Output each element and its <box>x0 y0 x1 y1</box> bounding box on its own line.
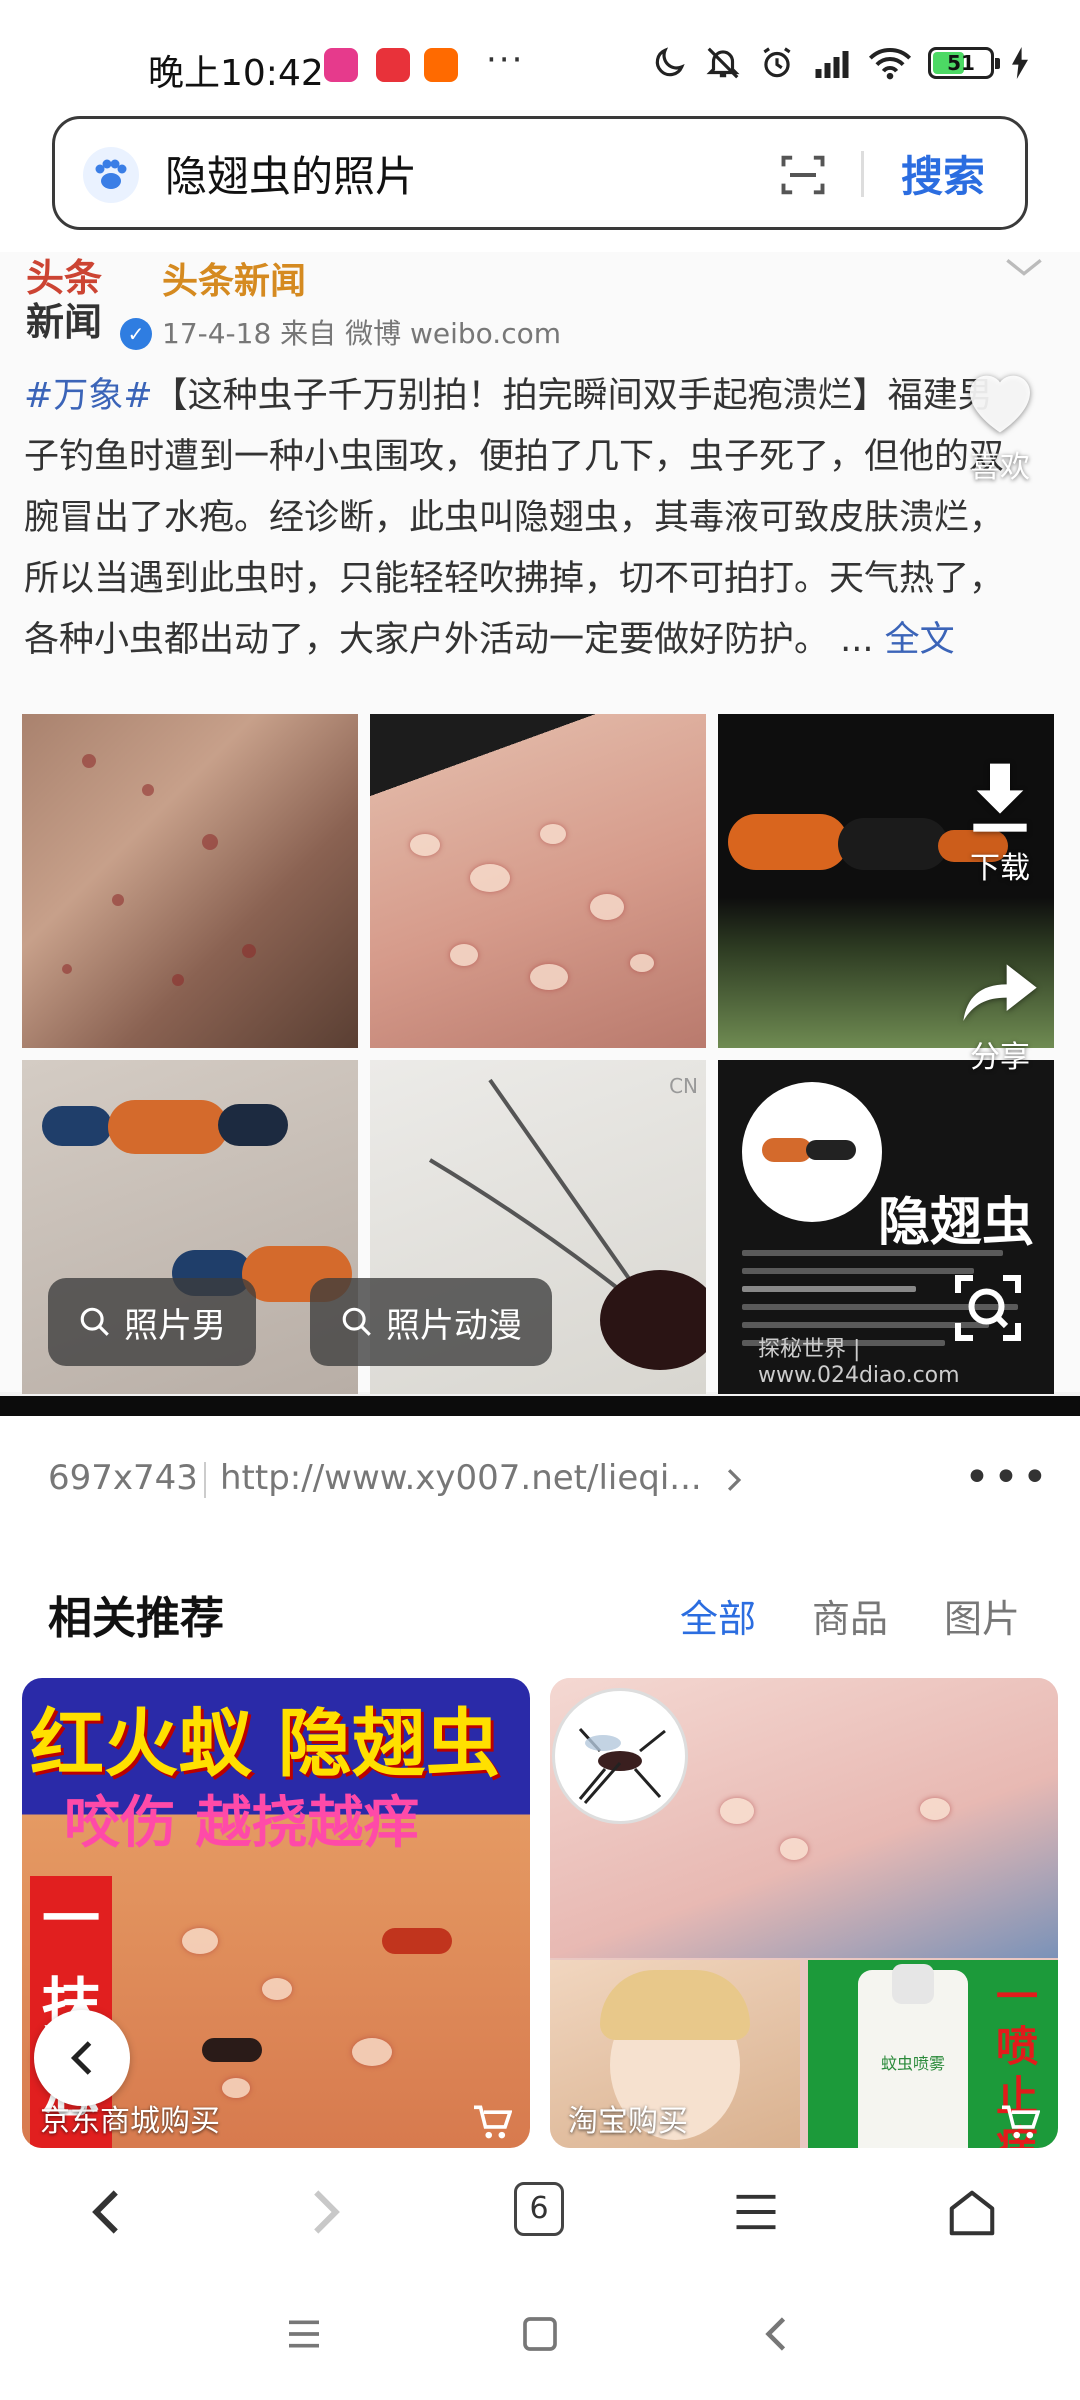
forward-icon[interactable] <box>306 2186 346 2238</box>
home-nav-icon[interactable] <box>520 2314 560 2354</box>
suggestion-chip[interactable]: 照片动漫 <box>310 1278 552 1366</box>
insect-shape <box>202 2038 262 2062</box>
back-nav-icon[interactable] <box>760 2314 792 2354</box>
moon-icon <box>655 47 685 77</box>
post-body-text: 【这种虫子千万别拍！拍完瞬间双手起疱溃烂】福建男子钓鱼时遭到一种小虫围攻，便拍了… <box>24 376 1005 660</box>
share-icon <box>963 964 1037 1021</box>
status-bar: 晚上10:42 ··· 51 <box>0 0 1080 110</box>
share-label: 分享 <box>970 1040 1030 1075</box>
post-hashtag: #万象# <box>24 376 153 416</box>
home-icon[interactable] <box>944 2186 1000 2240</box>
like-label: 喜欢 <box>970 450 1030 485</box>
more-options-button[interactable]: ••• <box>964 1452 1051 1503</box>
post-body: #万象#【这种虫子千万别拍！拍完瞬间双手起疱溃烂】福建男子钓鱼时遭到一种小虫围攻… <box>24 366 1024 671</box>
charging-icon <box>1012 47 1028 79</box>
tab-products[interactable]: 商品 <box>812 1588 888 1643</box>
download-button[interactable]: 下载 <box>940 757 1060 887</box>
info-card-title: 隐翅虫 <box>878 1193 1035 1253</box>
source-url-text: http://www.xy007.net/lieqi... <box>220 1458 702 1498</box>
card-shop-label: 淘宝购买 <box>568 2104 688 2139</box>
search-input[interactable] <box>165 141 765 205</box>
post-source-name: 头条新闻 <box>162 261 307 302</box>
bell-off-icon <box>706 47 740 79</box>
search-button[interactable]: 搜索 <box>901 143 985 204</box>
post-screenshot: 头条 新闻 ✓ 头条新闻 17-4-18 来自 微博 weibo.com #万象… <box>0 252 1080 1394</box>
card-subheadline: 咬伤 越挠越痒 <box>64 1791 420 1856</box>
source-url-link[interactable]: http://www.xy007.net/lieqi... <box>220 1458 745 1498</box>
menu-icon[interactable] <box>730 2186 782 2238</box>
status-time: 晚上10:42 <box>148 53 324 94</box>
recents-icon[interactable] <box>284 2314 324 2354</box>
related-title: 相关推荐 <box>48 1593 224 1644</box>
share-button[interactable]: 分享 <box>940 956 1060 1076</box>
chip-label: 照片男 <box>124 1305 226 1346</box>
chip-label: 照片动漫 <box>386 1305 522 1346</box>
visual-search-icon[interactable] <box>952 1272 1024 1344</box>
verified-icon: ✓ <box>120 318 152 350</box>
download-label: 下载 <box>970 851 1030 886</box>
avatar-text: 新闻 <box>26 300 103 344</box>
beetle-thumbnail <box>742 1082 882 1222</box>
tab-all[interactable]: 全部 <box>680 1588 756 1643</box>
search-divider <box>861 151 864 197</box>
browser-toolbar: 6 <box>0 2152 1080 2270</box>
post-more-link: 全文 <box>884 620 955 660</box>
app-notification-icon <box>324 48 358 82</box>
image-viewer[interactable]: 头条 新闻 ✓ 头条新闻 17-4-18 来自 微博 weibo.com #万象… <box>0 252 1080 1416</box>
chevron-right-icon <box>727 1468 741 1491</box>
status-overflow-icon: ··· <box>486 40 525 80</box>
floating-back-button[interactable] <box>34 2010 130 2106</box>
battery-level: 51 <box>947 51 975 75</box>
chevron-down-icon <box>1006 259 1042 276</box>
alarm-icon <box>763 47 791 78</box>
mi-notification-icon <box>424 48 458 82</box>
tabs-button[interactable]: 6 <box>514 2182 564 2236</box>
back-icon[interactable] <box>86 2186 126 2238</box>
tab-images[interactable]: 图片 <box>944 1588 1020 1643</box>
viewer-divider <box>0 1396 1080 1416</box>
battery-icon: 51 <box>928 47 1000 79</box>
suggestion-chip[interactable]: 照片男 <box>48 1278 256 1366</box>
cart-icon <box>1002 2105 1040 2139</box>
search-bar: 搜索 <box>52 116 1028 230</box>
related-header: 相关推荐 全部 商品 图片 <box>0 1560 1080 1660</box>
cart-icon <box>474 2105 512 2139</box>
system-navigation-bar <box>0 2270 1080 2400</box>
avatar-text: 头条 <box>26 256 103 300</box>
post-meta: 17-4-18 来自 微博 weibo.com <box>162 317 562 350</box>
photo-arm-blisters <box>370 714 706 1048</box>
search-icon <box>342 1307 371 1336</box>
scan-icon[interactable] <box>777 149 829 201</box>
insect-shape <box>382 1928 452 1954</box>
watermark: CN <box>669 1074 698 1098</box>
related-card[interactable]: 蚊虫喷雾 一喷止痒 淘宝购买 <box>550 1678 1058 2148</box>
image-info-row: 697x743 http://www.xy007.net/lieqi... ••… <box>0 1416 1080 1544</box>
card-headline: 红火蚁 隐翅虫 <box>30 1701 500 1787</box>
app-notification-icon <box>376 48 410 82</box>
like-button[interactable]: 喜欢 <box>940 362 1060 486</box>
spray-bottle: 蚊虫喷雾 <box>858 1964 968 2148</box>
post-ellipsis: ... <box>829 620 885 660</box>
chevron-left-icon <box>70 2041 92 2075</box>
signal-icon <box>815 51 849 78</box>
heart-icon <box>970 375 1030 433</box>
photo-hands-rash <box>22 714 358 1048</box>
paw-icon <box>83 147 139 203</box>
info-divider <box>204 1462 206 1498</box>
image-dimensions: 697x743 <box>48 1458 198 1498</box>
mosquito-icon <box>578 1727 666 1804</box>
search-icon <box>80 1307 109 1336</box>
bottle-label: 蚊虫喷雾 <box>880 2054 945 2073</box>
wifi-icon <box>868 48 912 80</box>
mosquito-thumbnail <box>552 1688 688 1824</box>
download-icon <box>973 763 1027 832</box>
avatar: 头条 新闻 ✓ <box>26 256 152 356</box>
